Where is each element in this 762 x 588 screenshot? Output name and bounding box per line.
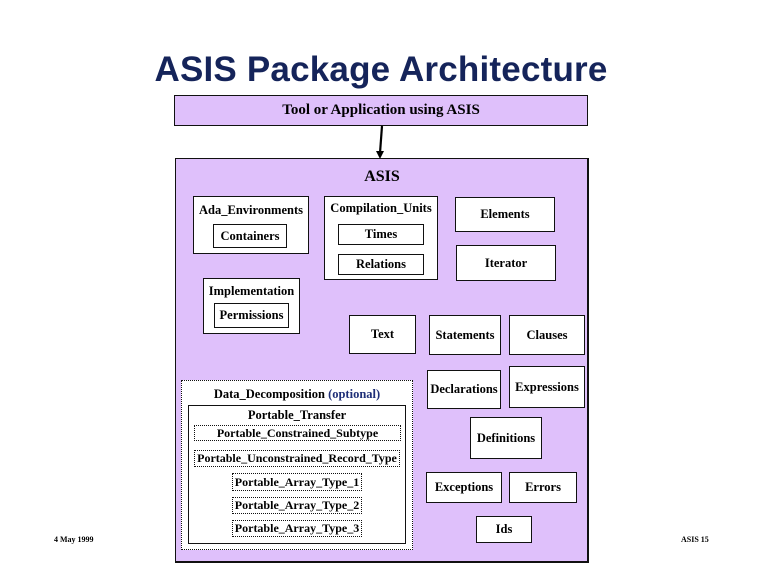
asis-label: ASIS [364, 168, 400, 185]
footer-slide-number: ASIS 15 [681, 535, 709, 544]
compilation-units-label: Compilation_Units [330, 201, 432, 215]
optional-qualifier: (optional) [328, 387, 381, 401]
package-portable-array-type-1: Portable_Array_Type_1 [232, 473, 362, 491]
package-exceptions: Exceptions [426, 472, 502, 503]
package-portable-array-type-3: Portable_Array_Type_3 [232, 520, 362, 537]
tool-application-label: Tool or Application using ASIS [282, 102, 480, 118]
package-portable-constrained-subtype: Portable_Constrained_Subtype [194, 425, 401, 441]
package-declarations: Declarations [427, 370, 501, 409]
dependency-arrow [376, 125, 384, 159]
package-relations: Relations [338, 254, 424, 275]
package-text: Text [349, 315, 416, 354]
data-decomposition-name: Data_Decomposition [213, 387, 325, 401]
footer-date: 4 May 1999 [54, 535, 94, 544]
package-permissions: Permissions [214, 303, 289, 328]
data-decomposition-label: Data_Decomposition (optional) [181, 387, 413, 402]
tool-application-box: Tool or Application using ASIS [174, 95, 588, 126]
package-definitions: Definitions [470, 417, 542, 459]
implementation-label: Implementation [208, 284, 295, 298]
package-portable-unconstrained-record-type: Portable_Unconstrained_Record_Type [194, 450, 400, 467]
package-ids: Ids [476, 516, 532, 543]
package-iterator: Iterator [456, 245, 556, 281]
package-times: Times [338, 224, 424, 245]
package-elements: Elements [455, 197, 555, 232]
package-portable-array-type-2: Portable_Array_Type_2 [232, 497, 362, 514]
ada-environments-label: Ada_Environments [199, 203, 303, 217]
package-errors: Errors [509, 472, 577, 503]
slide-title: ASIS Package Architecture [154, 50, 608, 89]
package-expressions: Expressions [509, 366, 585, 408]
package-statements: Statements [429, 315, 501, 355]
package-containers: Containers [213, 224, 287, 248]
portable-transfer-label: Portable_Transfer [247, 408, 347, 422]
package-clauses: Clauses [509, 315, 585, 355]
